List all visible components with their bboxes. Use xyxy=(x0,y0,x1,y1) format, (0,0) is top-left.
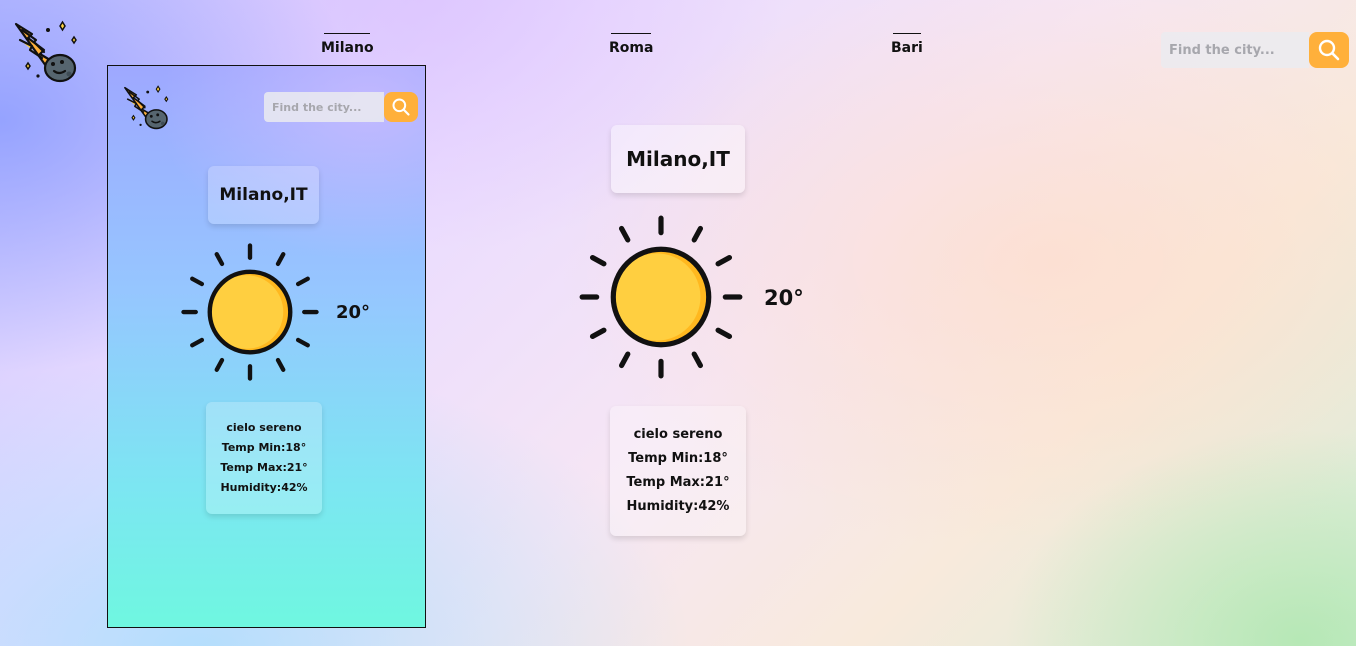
sun-icon xyxy=(180,242,320,382)
mobile-preview: Milano,IT 20° cielo sereno Temp Min:18° … xyxy=(107,65,426,628)
search-input[interactable] xyxy=(264,92,384,122)
search-button[interactable] xyxy=(1309,32,1349,68)
meteor-icon[interactable] xyxy=(12,16,82,86)
city-card: Milano,IT xyxy=(208,166,319,224)
city-search-mobile xyxy=(264,92,418,122)
meteor-icon[interactable] xyxy=(122,82,172,132)
city-card: Milano,IT xyxy=(611,125,745,193)
search-button[interactable] xyxy=(384,92,418,122)
tab-bari[interactable]: Bari xyxy=(891,33,923,56)
search-icon xyxy=(1317,38,1341,62)
city-name: Milano,IT xyxy=(219,185,308,205)
city-search xyxy=(1161,32,1349,68)
temp-max: Temp Max:21° xyxy=(626,475,730,490)
weather-description: cielo sereno xyxy=(633,427,723,442)
temperature: 20° xyxy=(336,302,371,323)
tab-label: Bari xyxy=(891,40,923,56)
tab-underline xyxy=(611,33,652,34)
tab-label: Roma xyxy=(609,40,654,56)
humidity: Humidity:42% xyxy=(626,499,730,514)
weather-description: cielo sereno xyxy=(226,421,302,434)
temp-min: Temp Min:18° xyxy=(628,451,728,466)
humidity: Humidity:42% xyxy=(220,481,308,494)
tab-milano[interactable]: Milano xyxy=(321,33,374,56)
tab-roma[interactable]: Roma xyxy=(609,33,653,56)
tab-underline xyxy=(892,33,921,34)
city-name: Milano,IT xyxy=(626,147,730,171)
sun-icon xyxy=(578,214,744,380)
search-icon xyxy=(391,97,411,117)
weather-details-card: cielo sereno Temp Min:18° Temp Max:21° H… xyxy=(206,402,322,514)
tab-underline xyxy=(324,33,371,34)
search-input[interactable] xyxy=(1161,32,1309,68)
temp-min: Temp Min:18° xyxy=(221,441,307,454)
weather-details-card: cielo sereno Temp Min:18° Temp Max:21° H… xyxy=(610,406,746,536)
temperature: 20° xyxy=(764,286,804,310)
tab-label: Milano xyxy=(321,40,374,56)
temp-max: Temp Max:21° xyxy=(220,461,308,474)
